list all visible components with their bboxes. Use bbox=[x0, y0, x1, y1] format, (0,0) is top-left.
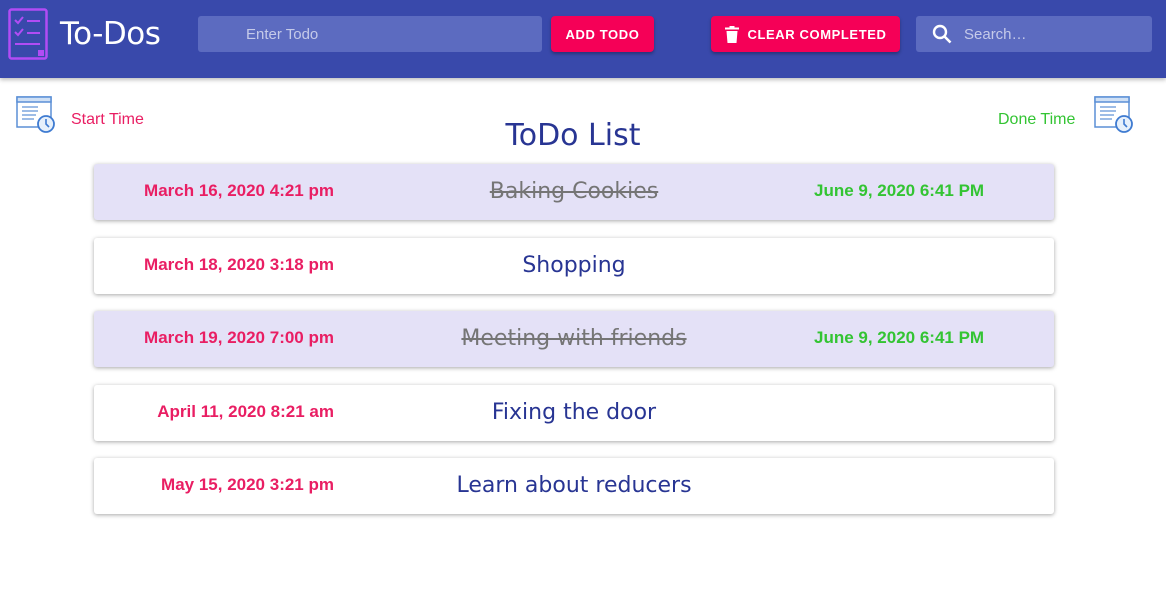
todo-item[interactable]: May 15, 2020 3:21 pm Learn about reducer… bbox=[94, 458, 1054, 514]
todo-done-time: June 9, 2020 6:41 PM bbox=[814, 181, 985, 200]
todo-item[interactable]: March 16, 2020 4:21 pm Baking Cookies Ju… bbox=[94, 164, 1054, 220]
clear-completed-button[interactable]: CLEAR COMPLETED bbox=[711, 16, 900, 52]
app-title: To-Dos bbox=[60, 16, 161, 52]
todo-item[interactable]: April 11, 2020 8:21 am Fixing the door bbox=[94, 384, 1054, 441]
search-input[interactable] bbox=[964, 16, 1144, 52]
search-icon bbox=[932, 24, 952, 44]
list-title: ToDo List bbox=[505, 118, 641, 153]
add-todo-label: ADD TODO bbox=[565, 26, 640, 42]
todo-item[interactable]: March 19, 2020 7:00 pm Meeting with frie… bbox=[94, 311, 1054, 367]
search-box bbox=[916, 16, 1152, 52]
todo-text: Fixing the door bbox=[491, 399, 657, 425]
app-bar: To-Dos ADD TODO CLEAR COMPLETED bbox=[0, 0, 1166, 78]
todo-input[interactable] bbox=[198, 16, 542, 52]
add-todo-button[interactable]: ADD TODO bbox=[551, 16, 654, 52]
checklist-icon bbox=[8, 8, 48, 60]
todo-text: Shopping bbox=[522, 252, 626, 278]
trash-icon bbox=[724, 25, 739, 43]
done-time-label: Done Time bbox=[998, 111, 1076, 128]
done-time-icon bbox=[1094, 96, 1134, 134]
todo-text: Learn about reducers bbox=[456, 473, 692, 498]
todo-item[interactable]: March 18, 2020 3:18 pm Shopping bbox=[94, 237, 1054, 294]
todo-list: March 16, 2020 4:21 pm Baking Cookies Ju… bbox=[94, 164, 1054, 532]
todo-done-time: June 9, 2020 6:41 PM bbox=[814, 328, 985, 347]
clear-completed-label: CLEAR COMPLETED bbox=[747, 26, 887, 42]
